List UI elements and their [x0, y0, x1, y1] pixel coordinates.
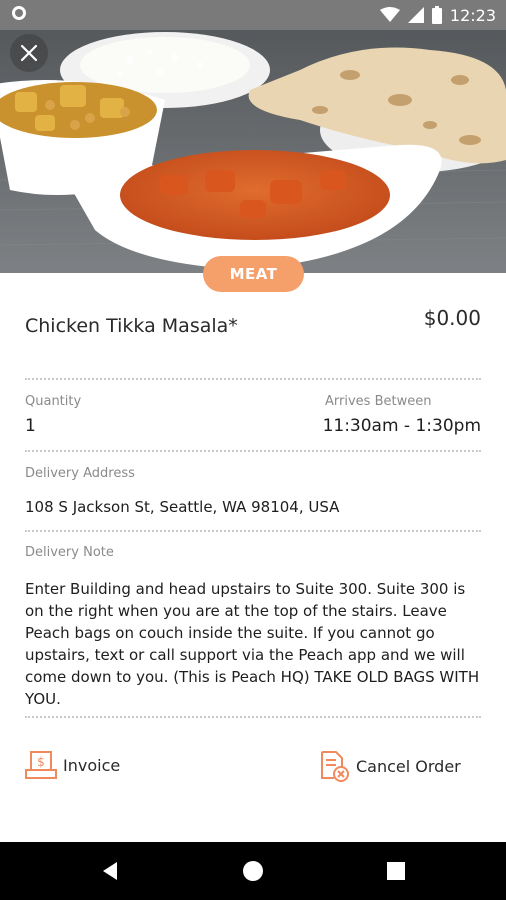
- system-nav-bar: [0, 842, 506, 900]
- divider: [25, 530, 481, 532]
- arrives-value: 11:30am - 1:30pm: [322, 416, 481, 436]
- divider: [25, 716, 481, 718]
- close-icon: [20, 44, 38, 62]
- divider: [25, 378, 481, 380]
- item-price: $0.00: [423, 306, 481, 330]
- hero-food-image: [0, 30, 506, 273]
- signal-icon: [407, 7, 424, 23]
- invoice-button[interactable]: $ Invoice: [25, 750, 120, 780]
- wifi-icon: [379, 7, 400, 22]
- item-title: Chicken Tikka Masala*: [25, 315, 238, 337]
- category-tag: MEAT: [203, 256, 304, 292]
- home-button[interactable]: [223, 842, 283, 900]
- close-button[interactable]: [10, 34, 48, 72]
- cancel-order-label: Cancel Order: [356, 756, 461, 776]
- arrives-label: Arrives Between: [325, 394, 432, 409]
- invoice-icon: $: [25, 751, 57, 779]
- delivery-note-value: Enter Building and head upstairs to Suit…: [25, 580, 480, 708]
- invoice-label: Invoice: [63, 755, 121, 775]
- divider: [25, 450, 481, 452]
- clock: 12:23: [449, 5, 496, 25]
- battery-icon: [431, 6, 442, 24]
- back-button[interactable]: [80, 842, 140, 900]
- svg-text:$: $: [37, 755, 45, 769]
- status-bar: 12:23: [0, 0, 506, 30]
- delivery-address-value: 108 S Jackson St, Seattle, WA 98104, USA: [25, 498, 340, 516]
- quantity-value: 1: [25, 416, 36, 436]
- recents-square-icon: [387, 862, 405, 880]
- delivery-note-label: Delivery Note: [25, 545, 114, 560]
- notification-icon: [12, 6, 26, 20]
- back-triangle-icon: [103, 862, 117, 880]
- food-photo-icon: [0, 30, 506, 273]
- cancel-order-button[interactable]: Cancel Order: [318, 750, 461, 782]
- order-actions: $ Invoice Cancel Order: [0, 750, 506, 786]
- cancel-document-icon: [321, 751, 349, 782]
- recents-button[interactable]: [366, 842, 426, 900]
- delivery-address-label: Delivery Address: [25, 466, 135, 481]
- quantity-label: Quantity: [25, 394, 82, 409]
- home-circle-icon: [243, 861, 263, 881]
